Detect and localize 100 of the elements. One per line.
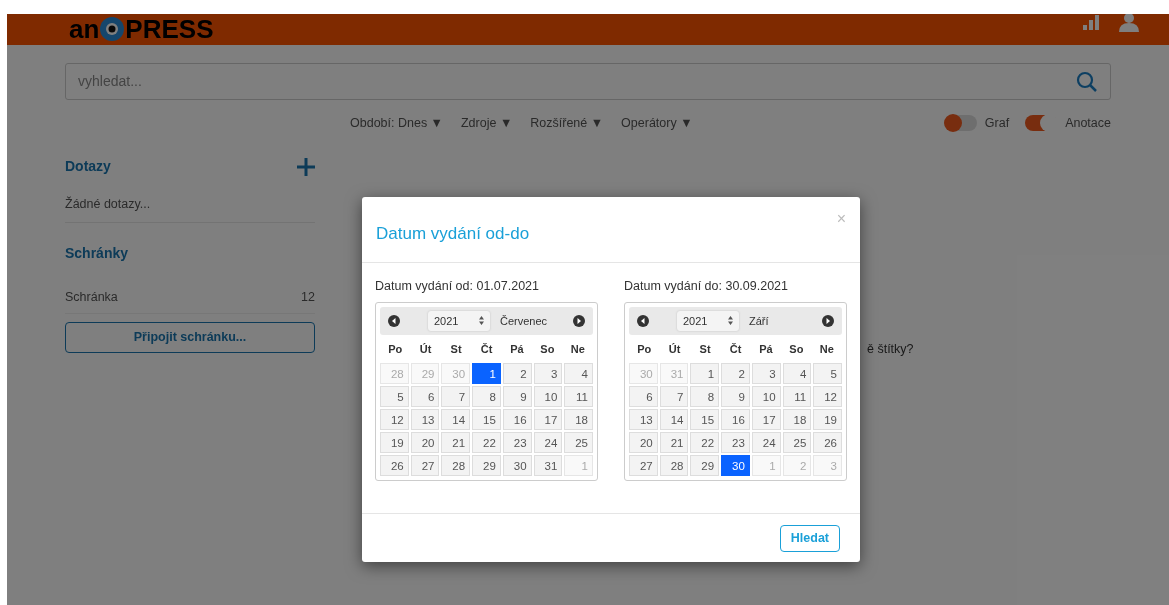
next-month-icon[interactable] bbox=[573, 314, 585, 327]
day-cell[interactable]: 29 bbox=[472, 455, 501, 477]
day-cell[interactable]: 24 bbox=[533, 432, 563, 454]
day-cell[interactable]: 31 bbox=[533, 455, 563, 477]
day-cell[interactable]: 27 bbox=[629, 455, 658, 477]
day-cell[interactable]: 30 bbox=[502, 455, 532, 477]
day-cell[interactable]: 9 bbox=[721, 386, 750, 408]
weekday-label: Po bbox=[387, 341, 404, 357]
day-cell[interactable]: 28 bbox=[441, 455, 471, 477]
logo-text: PRESS bbox=[125, 16, 214, 42]
section-title: Schránky bbox=[65, 243, 130, 263]
day-cell[interactable]: 2 bbox=[502, 363, 532, 385]
day-cell[interactable]: 10 bbox=[751, 386, 781, 408]
section-title: Dotazy bbox=[65, 157, 111, 176]
day-cell[interactable]: 15 bbox=[472, 409, 501, 431]
day-cell[interactable]: 14 bbox=[659, 409, 689, 431]
day-cell[interactable]: 15 bbox=[690, 409, 720, 431]
up-down-arrows-icon bbox=[479, 316, 484, 326]
weekday-label: Ne bbox=[569, 341, 586, 357]
weekday-label: Út bbox=[418, 341, 433, 357]
filter-dropdown[interactable]: Rozšířené ▼ bbox=[530, 113, 604, 133]
day-cell[interactable]: 23 bbox=[502, 432, 532, 454]
toggle-switch[interactable] bbox=[1025, 115, 1058, 131]
search-field[interactable]: vyhledat... bbox=[78, 71, 1076, 92]
next-month-icon[interactable] bbox=[822, 314, 834, 327]
dialog-title: Datum vydání od-do bbox=[376, 223, 530, 245]
day-cell[interactable]: 25 bbox=[782, 432, 812, 454]
day-cell[interactable]: 10 bbox=[533, 386, 563, 408]
day-cell[interactable]: 17 bbox=[751, 409, 781, 431]
toggle-switch[interactable] bbox=[944, 115, 977, 131]
day-cell[interactable]: 11 bbox=[564, 386, 593, 408]
day-cell[interactable]: 5 bbox=[380, 386, 409, 408]
day-cell[interactable]: 8 bbox=[690, 386, 720, 408]
add-icon[interactable] bbox=[297, 157, 315, 176]
day-cell[interactable]: 14 bbox=[441, 409, 471, 431]
eye-logo-icon bbox=[100, 17, 125, 41]
day-cell[interactable]: 1 bbox=[472, 363, 501, 385]
day-cell[interactable]: 6 bbox=[629, 386, 658, 408]
day-cell[interactable]: 18 bbox=[564, 409, 593, 431]
day-cell[interactable]: 9 bbox=[502, 386, 532, 408]
day-cell[interactable]: 6 bbox=[410, 386, 440, 408]
empty-message: Žádné dotazy... bbox=[65, 195, 315, 223]
day-cell[interactable]: 19 bbox=[813, 409, 842, 431]
day-cell[interactable]: 26 bbox=[813, 432, 842, 454]
day-cell[interactable]: 18 bbox=[782, 409, 812, 431]
day-cell[interactable]: 29 bbox=[690, 455, 720, 477]
year-select[interactable]: 2021 bbox=[677, 310, 739, 331]
year-select[interactable]: 2021 bbox=[428, 310, 490, 331]
weekday-label: Čt bbox=[479, 341, 494, 357]
day-cell[interactable]: 22 bbox=[472, 432, 501, 454]
day-cell[interactable]: 21 bbox=[441, 432, 471, 454]
day-cell[interactable]: 24 bbox=[751, 432, 781, 454]
logo-text: an bbox=[69, 16, 100, 42]
filter-dropdown[interactable]: Zdroje ▼ bbox=[461, 113, 513, 133]
weekday-label: Út bbox=[667, 341, 682, 357]
day-cell[interactable]: 13 bbox=[410, 409, 440, 431]
date-label: Datum vydání od: 01.07.2021 bbox=[375, 278, 540, 295]
day-cell[interactable]: 7 bbox=[441, 386, 471, 408]
day-cell[interactable]: 3 bbox=[533, 363, 563, 385]
search-bar[interactable]: vyhledat... bbox=[65, 63, 1111, 100]
day-cell[interactable]: 22 bbox=[690, 432, 720, 454]
filter-dropdown[interactable]: Období: Dnes ▼ bbox=[350, 113, 443, 133]
day-cell[interactable]: 2 bbox=[721, 363, 750, 385]
search-icon[interactable] bbox=[1076, 70, 1098, 93]
day-cell[interactable]: 5 bbox=[813, 363, 842, 385]
mailbox-count: 12 bbox=[301, 288, 315, 306]
date-label: Datum vydání do: 30.09.2021 bbox=[624, 278, 789, 295]
user-icon[interactable] bbox=[1119, 12, 1139, 32]
day-cell[interactable]: 19 bbox=[380, 432, 409, 454]
day-cell[interactable]: 17 bbox=[533, 409, 563, 431]
previous-month-icon[interactable] bbox=[388, 314, 400, 327]
day-cell[interactable]: 4 bbox=[564, 363, 593, 385]
day-cell[interactable]: 7 bbox=[659, 386, 689, 408]
day-cell[interactable]: 16 bbox=[502, 409, 532, 431]
weekday-label: Pá bbox=[509, 341, 525, 357]
day-cell[interactable]: 27 bbox=[410, 455, 440, 477]
day-cell[interactable]: 12 bbox=[380, 409, 409, 431]
day-cell[interactable]: 13 bbox=[629, 409, 658, 431]
day-cell[interactable]: 23 bbox=[721, 432, 750, 454]
day-cell[interactable]: 21 bbox=[659, 432, 689, 454]
day-cell[interactable]: 25 bbox=[564, 432, 593, 454]
day-cell[interactable]: 30 bbox=[721, 455, 750, 477]
filter-dropdown[interactable]: Operátory ▼ bbox=[621, 113, 693, 133]
previous-month-icon[interactable] bbox=[637, 314, 649, 327]
month-label: Září bbox=[749, 313, 770, 329]
day-cell[interactable]: 4 bbox=[782, 363, 812, 385]
day-cell[interactable]: 8 bbox=[472, 386, 501, 408]
day-cell[interactable]: 3 bbox=[751, 363, 781, 385]
day-cell[interactable]: 11 bbox=[782, 386, 812, 408]
day-cell[interactable]: 28 bbox=[659, 455, 689, 477]
day-cell[interactable]: 26 bbox=[380, 455, 409, 477]
toggle-label: Anotace bbox=[1065, 114, 1111, 132]
day-cell[interactable]: 1 bbox=[690, 363, 720, 385]
day-cell[interactable]: 16 bbox=[721, 409, 750, 431]
weekday-label: So bbox=[539, 341, 556, 357]
mailbox-name[interactable]: Schránka bbox=[65, 287, 118, 307]
day-cell[interactable]: 20 bbox=[410, 432, 440, 454]
day-cell[interactable]: 20 bbox=[629, 432, 658, 454]
day-cell[interactable]: 12 bbox=[813, 386, 842, 408]
weekday-label: So bbox=[788, 341, 805, 357]
